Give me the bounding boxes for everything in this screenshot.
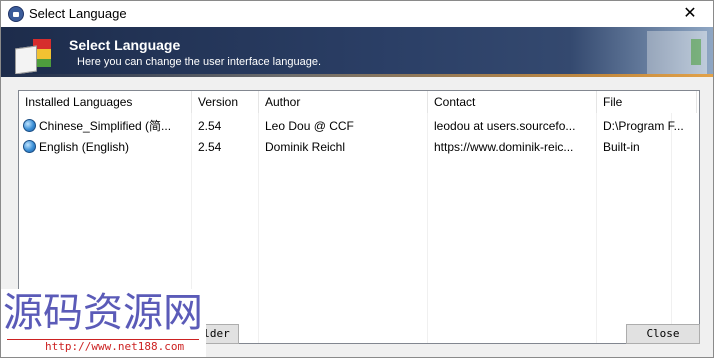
close-button[interactable]: Close <box>626 324 700 344</box>
globe-icon <box>23 119 36 132</box>
language-contact: https://www.dominik-reic... <box>434 140 574 154</box>
globe-icon <box>23 140 36 153</box>
column-header-file[interactable]: File <box>597 91 697 113</box>
close-window-button[interactable]: ✕ <box>667 1 713 27</box>
language-file: D:\Program F... <box>603 119 684 133</box>
watermark-url: http://www.net188.com <box>45 340 185 353</box>
language-name: Chinese_Simplified (简... <box>39 119 172 133</box>
language-version: 2.54 <box>198 140 222 154</box>
language-version: 2.54 <box>198 119 222 133</box>
language-name: English (English) <box>39 140 130 154</box>
language-author: Dominik Reichl <box>265 140 346 154</box>
list-header: Installed Languages Version Author Conta… <box>19 91 699 113</box>
watermark-title: 源码资源网 <box>3 290 203 336</box>
window-title: Select Language <box>29 6 127 21</box>
column-header-installed-languages[interactable]: Installed Languages <box>19 91 192 113</box>
title-bar: Select Language ✕ <box>1 1 713 27</box>
banner-subheading: Here you can change the user interface l… <box>77 56 321 68</box>
column-header-contact[interactable]: Contact <box>428 91 597 113</box>
select-language-window: Select Language ✕ Select Language Here y… <box>0 0 714 358</box>
language-file: Built-in <box>603 140 640 154</box>
watermark: 源码资源网 http://www.net188.com <box>1 289 206 357</box>
column-header-author[interactable]: Author <box>259 91 428 113</box>
banner-decoration <box>647 31 707 75</box>
column-header-version[interactable]: Version <box>192 91 259 113</box>
lock-icon <box>8 6 24 22</box>
list-item[interactable]: Chinese_Simplified (简... 2.54 Leo Dou @ … <box>19 116 699 136</box>
banner-heading: Select Language <box>69 37 181 53</box>
list-item[interactable]: English (English) 2.54 Dominik Reichl ht… <box>19 137 699 157</box>
language-author: Leo Dou @ CCF <box>265 119 354 133</box>
banner-accent-bar <box>1 74 713 77</box>
header-banner: Select Language Here you can change the … <box>1 27 713 77</box>
language-book-flags-icon <box>11 33 55 75</box>
language-contact: leodou at users.sourcefo... <box>434 119 576 133</box>
